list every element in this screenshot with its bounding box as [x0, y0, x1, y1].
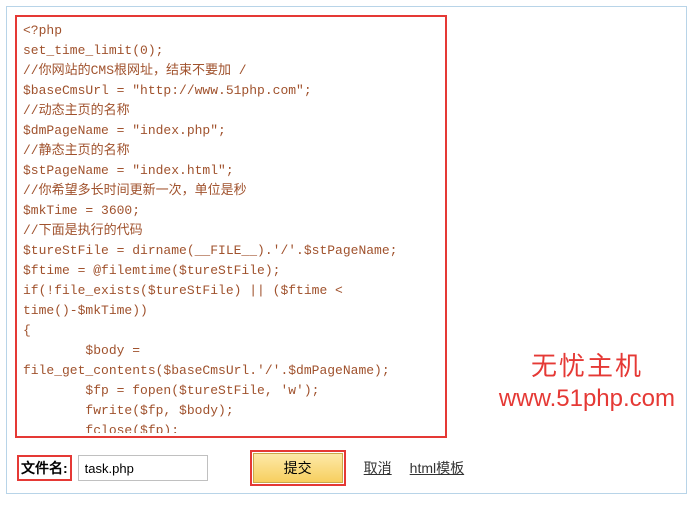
main-panel: 文件名: 提交 取消 html模板 — [6, 6, 687, 494]
cancel-link[interactable]: 取消 — [364, 458, 392, 478]
filename-label: 文件名: — [21, 460, 68, 476]
submit-button-highlight: 提交 — [250, 450, 346, 486]
watermark-title: 无忧主机 — [499, 346, 675, 383]
html-template-link[interactable]: html模板 — [410, 458, 464, 478]
submit-button[interactable]: 提交 — [253, 453, 343, 483]
code-editor[interactable] — [17, 17, 445, 433]
filename-label-highlight: 文件名: — [17, 455, 72, 481]
filename-input[interactable] — [78, 455, 208, 481]
watermark: 无忧主机 www.51php.com — [499, 346, 675, 413]
code-editor-highlight — [15, 15, 447, 438]
bottom-toolbar: 文件名: 提交 取消 html模板 — [15, 446, 678, 490]
watermark-url: www.51php.com — [499, 385, 675, 413]
